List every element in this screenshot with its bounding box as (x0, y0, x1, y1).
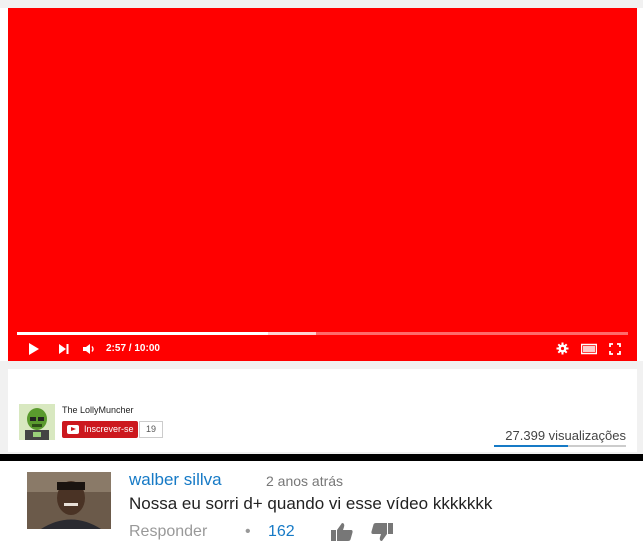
commenter-avatar[interactable] (27, 472, 111, 529)
comment-text: Nossa eu sorri d+ quando vi esse vídeo k… (129, 494, 493, 513)
like-count: 162 (268, 523, 295, 540)
channel-avatar[interactable] (19, 404, 55, 440)
progress-played (17, 332, 268, 335)
subscriber-count: 19 (139, 421, 163, 438)
fullscreen-icon[interactable] (609, 342, 621, 360)
subscribe-button[interactable]: Inscrever-se (62, 421, 138, 438)
next-icon[interactable] (58, 342, 70, 361)
comment-time[interactable]: 2 anos atrás (266, 473, 343, 489)
view-count: 27.399 visualizações (505, 428, 626, 443)
like-ratio-bar-rest (568, 445, 626, 447)
gear-icon[interactable] (556, 342, 569, 360)
time-total: 10:00 (134, 343, 160, 354)
player-controls: 2:57 / 10:00 (8, 338, 637, 360)
top-strip (0, 0, 643, 8)
thumbs-down-icon[interactable] (370, 522, 394, 547)
time-display: 2:57 / 10:00 (106, 343, 160, 354)
play-icon[interactable] (28, 342, 40, 361)
time-separator: / (128, 343, 132, 354)
youtube-logo-icon (67, 425, 79, 434)
theater-mode-icon[interactable] (580, 342, 598, 360)
video-info-panel: The LollyMuncher Inscrever-se 19 27.399 … (8, 369, 637, 452)
comment: walber sillva 2 anos atrás Nossa eu sorr… (0, 461, 643, 550)
progress-bar[interactable] (17, 332, 628, 335)
time-current: 2:57 (106, 343, 127, 354)
comment-author[interactable]: walber sillva (129, 470, 222, 490)
reply-button[interactable]: Responder (129, 523, 207, 541)
separator-dot: • (245, 523, 251, 540)
channel-name[interactable]: The LollyMuncher (62, 405, 134, 415)
subscribe-label: Inscrever-se (84, 424, 134, 434)
volume-icon[interactable] (82, 342, 96, 361)
video-player[interactable]: 2:57 / 10:00 (8, 8, 637, 361)
thumbs-up-icon[interactable] (330, 522, 354, 547)
separator-bar (0, 454, 643, 461)
